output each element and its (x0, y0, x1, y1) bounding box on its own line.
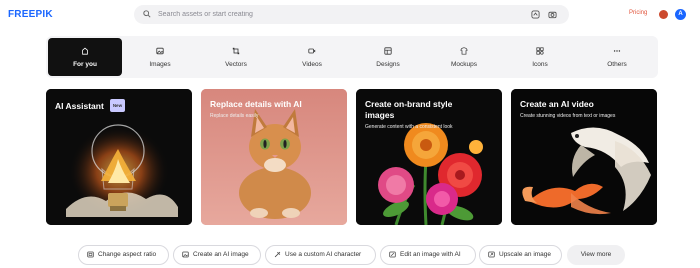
category-tabs: For you Images Vectors Videos Designs Mo… (46, 36, 658, 78)
freepik-home: FREEPIK Pricing A For you (0, 0, 700, 268)
home-icon (82, 47, 88, 55)
card-title: AI Assistant New (55, 99, 126, 112)
card-title: Create an AI video (520, 99, 594, 109)
tab-videos[interactable]: Videos (275, 38, 349, 76)
card-title: Create on-brand style images (365, 99, 453, 120)
ai-image-icon (182, 251, 189, 258)
chip-label: Upscale an image (499, 251, 552, 258)
image-icon (156, 47, 164, 55)
tab-images[interactable]: Images (123, 38, 197, 76)
edit-image-ai-button[interactable]: Edit an image with AI (380, 245, 476, 265)
card-title: Replace details with AI (210, 99, 302, 109)
change-aspect-ratio-button[interactable]: Change aspect ratio (78, 245, 169, 265)
custom-ai-character-button[interactable]: Use a custom AI character (265, 245, 376, 265)
tab-label: Designs (376, 61, 400, 68)
tab-label: Videos (302, 61, 322, 68)
tab-label: Others (607, 61, 627, 68)
tab-icons[interactable]: Icons (503, 38, 577, 76)
video-icon (308, 48, 316, 54)
tab-label: Vectors (225, 61, 247, 68)
tab-mockups[interactable]: Mockups (427, 38, 501, 76)
card-replace-details[interactable]: Replace details with AI Replace details … (201, 89, 347, 225)
create-ai-image-button[interactable]: Create an AI image (173, 245, 261, 265)
tab-label: Icons (532, 61, 548, 68)
chip-label: View more (580, 251, 612, 258)
chip-label: Edit an image with AI (400, 251, 461, 258)
more-icon (613, 50, 621, 52)
tab-for-you[interactable]: For you (48, 38, 122, 76)
card-ai-video[interactable]: Create an AI video Create stunning video… (511, 89, 657, 225)
camera-search-icon[interactable] (548, 10, 557, 19)
search-icon (143, 10, 151, 18)
view-more-button[interactable]: View more (567, 245, 625, 265)
reverse-image-search-icon[interactable] (531, 10, 540, 19)
mockup-icon (460, 47, 468, 55)
card-on-brand-images[interactable]: Create on-brand style images Generate con… (356, 89, 502, 225)
chip-label: Create an AI image (193, 251, 249, 258)
search-input[interactable] (158, 7, 518, 22)
upscale-image-button[interactable]: Upscale an image (479, 245, 562, 265)
new-badge: New (109, 99, 126, 112)
chip-label: Change aspect ratio (98, 251, 157, 258)
card-ai-assistant[interactable]: AI Assistant New (46, 89, 192, 225)
search-bar[interactable] (134, 5, 569, 24)
tab-others[interactable]: Others (580, 38, 654, 76)
quick-actions: Change aspect ratio Create an AI image U… (0, 243, 700, 268)
freepik-logo[interactable]: FREEPIK (8, 9, 53, 20)
tab-label: Mockups (450, 61, 477, 68)
tab-vectors[interactable]: Vectors (199, 38, 273, 76)
character-icon (274, 251, 281, 258)
top-header: FREEPIK Pricing A (0, 0, 700, 30)
pricing-link[interactable]: Pricing (629, 10, 647, 16)
vector-icon (232, 47, 240, 55)
edit-image-icon (389, 251, 396, 258)
gift-icon[interactable] (659, 10, 668, 19)
user-avatar[interactable]: A (675, 9, 686, 20)
tab-label: Images (149, 61, 171, 68)
upscale-icon (488, 251, 495, 258)
card-subtitle: Replace details easily (210, 113, 259, 119)
chip-label: Use a custom AI character (285, 251, 362, 258)
card-subtitle: Create stunning videos from text or imag… (520, 113, 616, 119)
aspect-ratio-icon (87, 251, 94, 258)
design-icon (384, 47, 392, 55)
tab-label: For you (73, 61, 97, 68)
card-subtitle: Generate content with a consistent look (365, 124, 453, 130)
icons-icon (536, 47, 544, 55)
tab-designs[interactable]: Designs (351, 38, 425, 76)
